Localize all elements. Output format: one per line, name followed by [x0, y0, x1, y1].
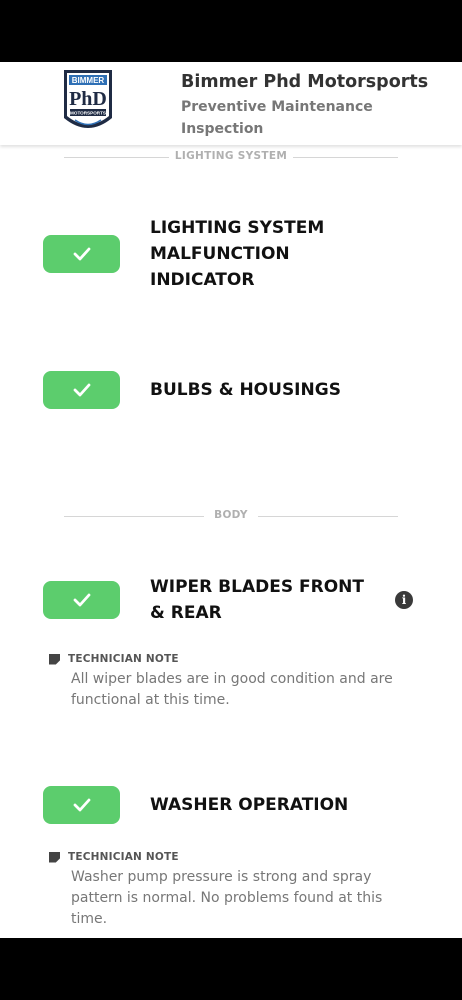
- report-title: Preventive Maintenance Inspection: [181, 99, 373, 137]
- technician-note-text: Washer pump pressure is strong and spray…: [71, 869, 383, 927]
- technician-note-text: All wiper blades are in good condition a…: [71, 671, 393, 708]
- shop-name: Bimmer Phd Motorsports: [181, 72, 429, 92]
- pass-status-button[interactable]: [43, 235, 120, 273]
- inspection-item-title: LIGHTING SYSTEM MALFUNCTION INDICATOR: [150, 218, 325, 290]
- logo-motorsports-text: MOTORSPORTS: [70, 111, 106, 116]
- technician-note-label: TECHNICIAN NOTE: [68, 653, 179, 665]
- system-nav-bar: [0, 938, 462, 1000]
- check-icon: [73, 383, 90, 397]
- report-header: BIMMER PhD MOTORSPORTS Bimmer Phd Motors…: [0, 62, 462, 145]
- technician-note-label: TECHNICIAN NOTE: [68, 851, 179, 863]
- note-icon: [49, 851, 60, 863]
- check-icon: [73, 247, 90, 261]
- pass-status-button[interactable]: [43, 581, 120, 619]
- section-label: BODY: [214, 509, 248, 521]
- inspection-item-title: WASHER OPERATION: [150, 795, 349, 815]
- check-icon: [73, 798, 90, 812]
- shop-logo: BIMMER PhD MOTORSPORTS: [64, 70, 112, 128]
- pass-status-button[interactable]: [43, 786, 120, 824]
- info-icon[interactable]: i: [395, 591, 413, 609]
- section-label: LIGHTING SYSTEM: [174, 150, 288, 162]
- app-screen: BIMMER PhD MOTORSPORTS Bimmer Phd Motors…: [0, 62, 462, 938]
- technician-note-header: TECHNICIAN NOTE: [49, 652, 179, 666]
- section-divider-body: BODY: [64, 509, 398, 523]
- inspection-item-title: BULBS & HOUSINGS: [150, 380, 341, 400]
- logo-brand-text: BIMMER: [72, 76, 105, 85]
- pass-status-button[interactable]: [43, 371, 120, 409]
- logo-phd-text: PhD: [69, 88, 107, 110]
- technician-note-header: TECHNICIAN NOTE: [49, 850, 179, 864]
- section-divider-lighting: LIGHTING SYSTEM: [64, 150, 398, 164]
- note-icon: [49, 653, 60, 665]
- inspection-item-title: WIPER BLADES FRONT & REAR: [150, 577, 364, 623]
- check-icon: [73, 593, 90, 607]
